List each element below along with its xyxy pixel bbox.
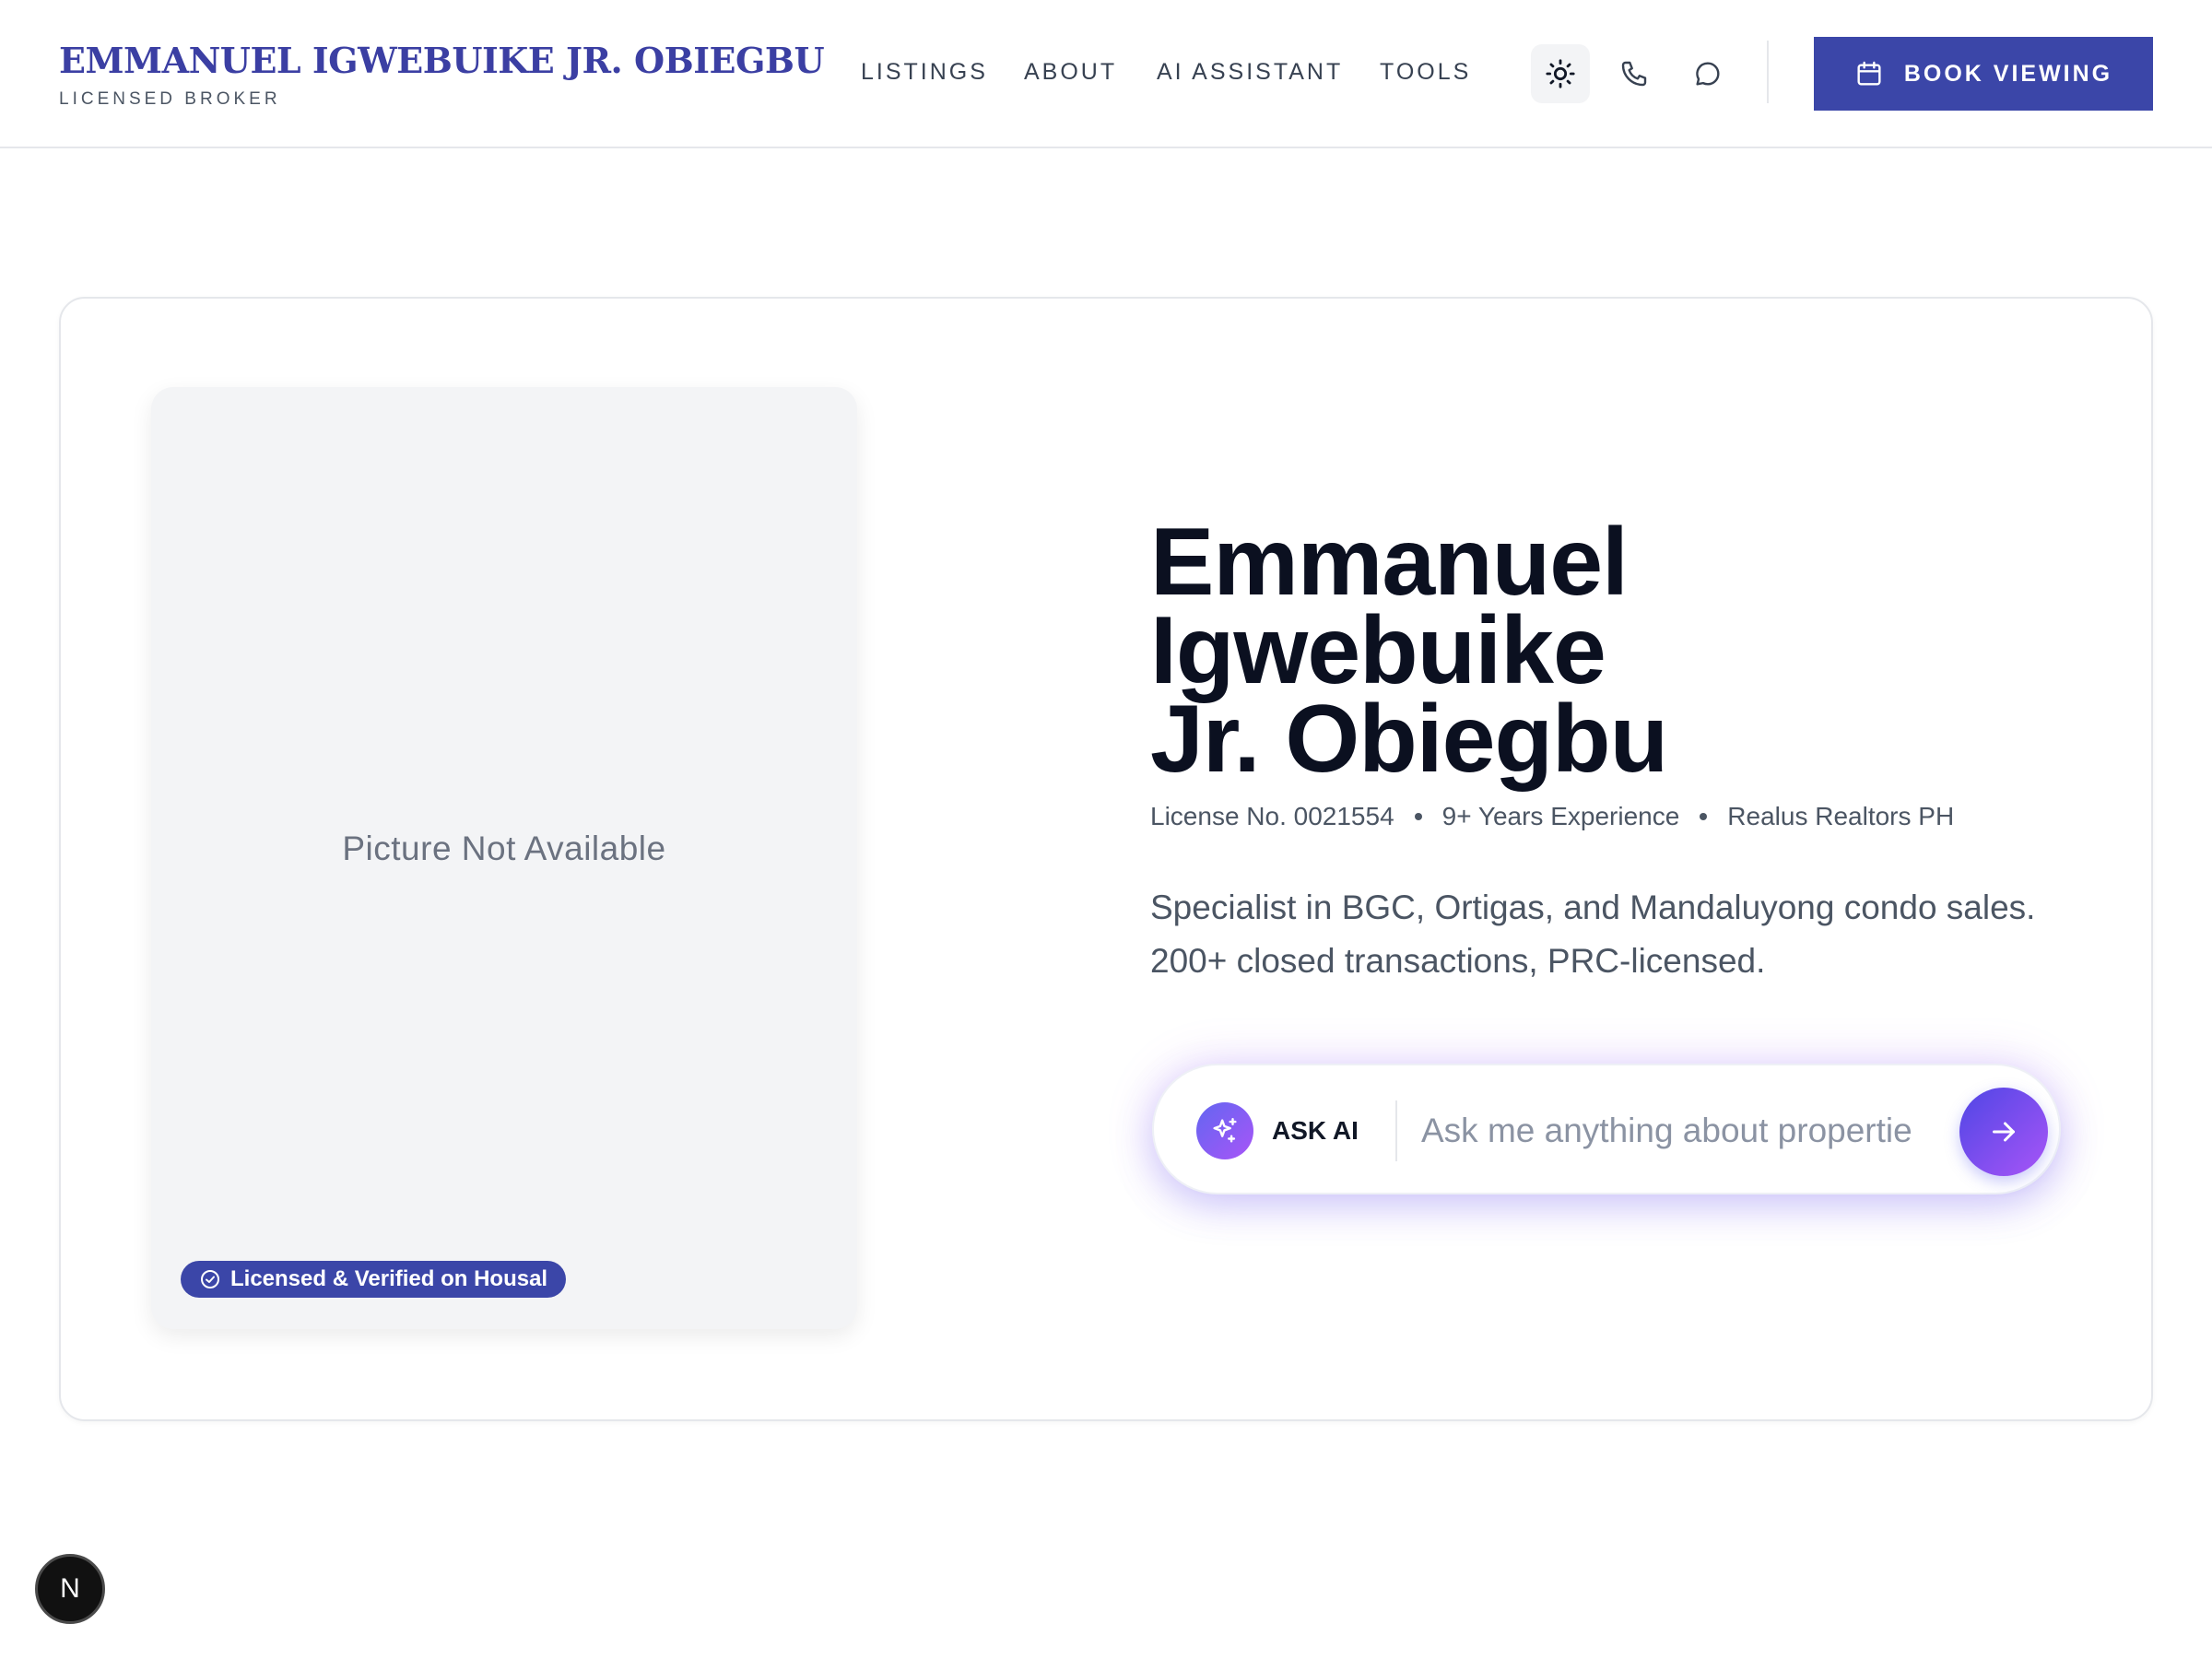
sparkles-icon	[1213, 1118, 1237, 1143]
check-circle-icon	[201, 1270, 219, 1288]
agent-name-line: Igwebuike	[1150, 597, 1606, 704]
ask-ai-send-button[interactable]	[1959, 1088, 2048, 1176]
license-number: License No. 0021554	[1150, 802, 1394, 830]
nav-link-tools[interactable]: TOOLS	[1380, 55, 1471, 88]
profile-photo: Picture Not Available Licensed & Verifie…	[151, 387, 857, 1329]
agent-bio: Specialist in BGC, Ortigas, and Mandaluy…	[1150, 881, 2127, 988]
brand-subtitle: LICENSED BROKER	[59, 89, 281, 109]
nav-link-listings[interactable]: LISTINGS	[861, 55, 988, 88]
bio-line: 200+ closed transactions, PRC-licensed.	[1150, 942, 1766, 980]
call-button[interactable]	[1605, 44, 1664, 103]
meta-separator	[1700, 813, 1708, 820]
agent-meta: License No. 0021554 9+ Years Experience …	[1150, 802, 1954, 831]
nav-link-about[interactable]: ABOUT	[1024, 55, 1117, 88]
chat-icon	[1696, 62, 1720, 86]
theme-toggle-button[interactable]	[1531, 44, 1590, 103]
calendar-icon	[1857, 61, 1881, 86]
ask-ai-divider	[1395, 1100, 1397, 1161]
ai-spark-badge	[1196, 1102, 1253, 1159]
agent-name-line: Jr. Obiegbu	[1150, 686, 1668, 793]
verified-badge: Licensed & Verified on Housal	[181, 1261, 567, 1298]
agent-name-line: Emmanuel	[1150, 509, 1629, 616]
site-header: EMMANUEL IGWEBUIKE JR. OBIEGBU LICENSED …	[0, 0, 2212, 148]
n-logo-icon: N	[60, 1573, 80, 1604]
bio-line: Specialist in BGC, Ortigas, and Mandaluy…	[1150, 888, 2036, 926]
message-button[interactable]	[1678, 44, 1737, 103]
agent-name: Emmanuel Igwebuike Jr. Obiegbu	[1150, 509, 1668, 793]
brand-name[interactable]: EMMANUEL IGWEBUIKE JR. OBIEGBU	[59, 35, 825, 87]
meta-separator	[1414, 813, 1422, 820]
book-viewing-button[interactable]: BOOK VIEWING	[1814, 37, 2153, 111]
verified-badge-label: Licensed & Verified on Housal	[230, 1266, 548, 1291]
profile-card: Picture Not Available Licensed & Verifie…	[59, 297, 2153, 1421]
ask-ai-bar: ASK AI	[1152, 1064, 2061, 1194]
photo-placeholder-text: Picture Not Available	[342, 830, 666, 867]
dev-tools-badge[interactable]: N	[35, 1554, 105, 1624]
header-divider	[1767, 41, 1769, 103]
agency-name: Realus Realtors PH	[1727, 802, 1955, 830]
n-logo-letter: N	[60, 1573, 80, 1604]
book-viewing-label: BOOK VIEWING	[1903, 60, 2113, 87]
nav-link-ai-assistant[interactable]: AI ASSISTANT	[1157, 55, 1343, 88]
brand[interactable]: EMMANUEL IGWEBUIKE JR. OBIEGBU LICENSED …	[59, 35, 825, 111]
sun-icon	[1546, 59, 1575, 88]
ask-ai-label: ASK AI	[1272, 1116, 1359, 1145]
phone-icon	[1621, 61, 1647, 87]
experience: 9+ Years Experience	[1441, 802, 1680, 830]
ask-ai-input[interactable]	[1421, 1099, 1943, 1163]
arrow-right-icon	[1993, 1122, 2015, 1142]
